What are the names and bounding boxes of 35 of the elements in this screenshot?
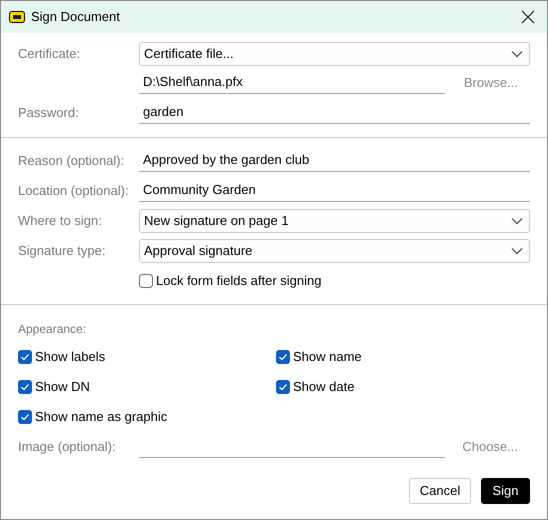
sign-button[interactable]: Sign	[481, 478, 530, 504]
chevron-icon	[511, 247, 523, 255]
dropdown[interactable]: New signature on page 1	[139, 209, 530, 233]
checkbox[interactable]: Show name as graphic	[18, 407, 168, 427]
text-field[interactable]: Community Garden	[139, 180, 530, 202]
checkbox[interactable]: Show name	[276, 347, 362, 367]
field-label: Reason (optional):	[18, 153, 124, 168]
checkbox[interactable]: Show labels	[18, 347, 106, 367]
checkbox[interactable]: Show date	[276, 377, 354, 397]
dropdown[interactable]: Approval signature	[139, 239, 530, 263]
chevron-icon	[511, 217, 523, 225]
chevron-icon	[511, 50, 523, 58]
field-label: Where to sign:	[18, 213, 102, 228]
checked-box-icon[interactable]	[276, 380, 290, 394]
checkbox[interactable]: Show DN	[18, 377, 90, 397]
pdf-logo-icon	[9, 11, 25, 23]
certificate-dropdown[interactable]: Certificate file...	[139, 42, 530, 66]
field-label: Image (optional):	[18, 439, 116, 454]
field-label: Certificate:	[18, 46, 80, 62]
text-field[interactable]: Approved by the garden club	[139, 150, 530, 172]
checked-box-icon[interactable]	[18, 380, 32, 394]
field-label: Signature type:	[18, 243, 106, 258]
password-field[interactable]: garden	[139, 102, 530, 124]
checked-box-icon[interactable]	[18, 410, 32, 424]
checked-box-icon[interactable]	[276, 350, 290, 364]
field-label: Location (optional):	[18, 183, 129, 198]
checkbox-icon[interactable]	[139, 274, 153, 288]
cancel-button[interactable]: Cancel	[409, 478, 471, 504]
field-label: Password:	[18, 105, 79, 120]
checkbox[interactable]: Lock form fields after signing	[139, 271, 322, 291]
section-label: Appearance:	[18, 321, 86, 338]
close-icon	[521, 10, 535, 24]
file-path-field[interactable]: D:\Shelf\anna.pfx	[139, 72, 445, 94]
window-title: Sign Document	[31, 8, 121, 26]
checked-box-icon[interactable]	[18, 350, 32, 364]
